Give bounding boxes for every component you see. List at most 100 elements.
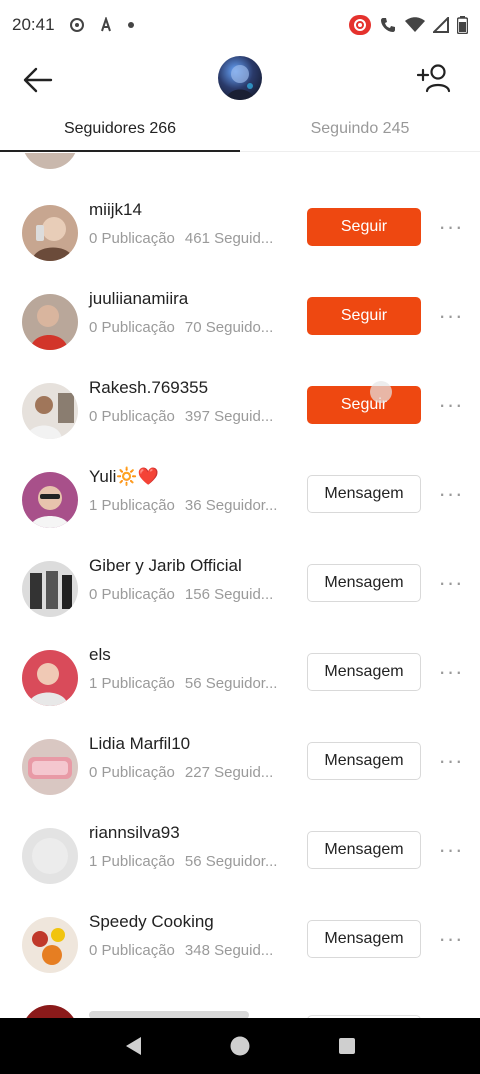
- avatar[interactable]: [22, 383, 78, 439]
- post-count: 0 Publicação: [89, 764, 175, 781]
- username[interactable]: Speedy Cooking: [89, 912, 214, 932]
- post-count: 0 Publicação: [89, 408, 175, 425]
- list-item[interactable]: Rakesh.769355 0 Publicação 397 Seguid... …: [0, 362, 480, 451]
- avatar[interactable]: [22, 1005, 78, 1018]
- username[interactable]: Giber y Jarib Official: [89, 556, 242, 576]
- follower-count: 156 Seguid...: [184, 586, 274, 603]
- user-stats: 0 Publicação 156 Seguid...: [89, 586, 289, 603]
- followers-list[interactable]: miijk14 0 Publicação 461 Seguid... Seguir…: [0, 153, 480, 1018]
- triangle-back-icon: [126, 1037, 142, 1055]
- username[interactable]: miijk14: [89, 200, 142, 220]
- avatar[interactable]: [22, 472, 78, 528]
- follower-count: 461 Seguid...: [184, 230, 274, 247]
- add-user-icon: [417, 64, 451, 93]
- nav-home-button[interactable]: [225, 1031, 255, 1061]
- more-options-icon[interactable]: ···: [438, 570, 464, 596]
- more-options-icon[interactable]: ···: [438, 214, 464, 240]
- app-bar: [0, 50, 480, 110]
- avatar[interactable]: [22, 294, 78, 350]
- user-stats: 0 Publicação 461 Seguid...: [89, 230, 289, 247]
- tab-bar: Seguidores 266 Seguindo 245: [0, 110, 480, 152]
- avatar[interactable]: [22, 917, 78, 973]
- username[interactable]: Yuli🔆❤️: [89, 467, 159, 487]
- list-item[interactable]: Lidia Marfil10 0 Publicação 227 Seguid...…: [0, 718, 480, 807]
- message-button[interactable]: Mensagem: [307, 742, 421, 780]
- post-count: 1 Publicação: [89, 853, 175, 870]
- post-count: 0 Publicação: [89, 586, 175, 603]
- back-button[interactable]: [18, 60, 58, 100]
- list-item[interactable]: riannsilva93 1 Publicação 56 Seguidor... …: [0, 807, 480, 896]
- post-count: 0 Publicação: [89, 319, 175, 336]
- post-count: 0 Publicação: [89, 942, 175, 959]
- add-user-button[interactable]: [414, 58, 454, 98]
- username[interactable]: juuliianamiira: [89, 289, 188, 309]
- dot-icon: [127, 21, 135, 29]
- username-placeholder: [89, 1011, 249, 1018]
- post-count: 0 Publicação: [89, 230, 175, 247]
- avatar[interactable]: [22, 650, 78, 706]
- follower-count: 56 Seguidor...: [184, 675, 278, 692]
- list-item[interactable]: juuliianamiira 0 Publicação 70 Seguido...…: [0, 273, 480, 362]
- message-button[interactable]: Mensagem: [307, 831, 421, 869]
- circle-home-icon: [230, 1036, 250, 1056]
- more-options-icon[interactable]: ···: [438, 659, 464, 685]
- avatar[interactable]: [22, 561, 78, 617]
- profile-avatar[interactable]: [218, 56, 262, 100]
- follower-count: 36 Seguidor...: [184, 497, 278, 514]
- user-stats: 1 Publicação 56 Seguidor...: [89, 675, 289, 692]
- battery-icon: [457, 16, 468, 34]
- status-time: 20:41: [12, 15, 55, 34]
- list-item[interactable]: Yuli🔆❤️ 1 Publicação 36 Seguidor... Mensa…: [0, 451, 480, 540]
- message-button[interactable]: Mensagem: [307, 920, 421, 958]
- username[interactable]: Lidia Marfil10: [89, 734, 190, 754]
- more-options-icon[interactable]: ···: [438, 481, 464, 507]
- more-options-icon[interactable]: ···: [438, 303, 464, 329]
- follower-count: 70 Seguido...: [184, 319, 274, 336]
- message-button[interactable]: Mensagem: [307, 653, 421, 691]
- avatar[interactable]: [22, 828, 78, 884]
- post-count: 1 Publicação: [89, 497, 175, 514]
- signal-icon: [433, 17, 449, 33]
- nav-recents-button[interactable]: [332, 1031, 362, 1061]
- avatar[interactable]: [22, 739, 78, 795]
- record-icon: [349, 15, 371, 35]
- follow-button[interactable]: Seguir: [307, 386, 421, 424]
- user-stats: 0 Publicação 397 Seguid...: [89, 408, 289, 425]
- user-stats: 0 Publicação 70 Seguido...: [89, 319, 289, 336]
- avatar[interactable]: [22, 205, 78, 261]
- list-item[interactable]: Speedy Cooking 0 Publicação 348 Seguid...…: [0, 896, 480, 985]
- tab-following[interactable]: Seguindo 245: [240, 110, 480, 151]
- more-options-icon[interactable]: ···: [438, 837, 464, 863]
- avatar[interactable]: [22, 153, 78, 169]
- more-options-icon[interactable]: ···: [438, 392, 464, 418]
- follower-count: 227 Seguid...: [184, 764, 274, 781]
- more-options-icon[interactable]: ···: [438, 748, 464, 774]
- list-item[interactable]: miijk14 0 Publicação 461 Seguid... Seguir…: [0, 184, 480, 273]
- follow-button[interactable]: Seguir: [307, 208, 421, 246]
- circle-icon: [69, 17, 85, 33]
- more-options-icon[interactable]: ···: [438, 926, 464, 952]
- touch-indicator: [370, 381, 392, 403]
- tab-followers[interactable]: Seguidores 266: [0, 110, 240, 152]
- call-icon: [379, 16, 397, 34]
- username[interactable]: els: [89, 645, 111, 665]
- username[interactable]: Rakesh.769355: [89, 378, 208, 398]
- follow-button[interactable]: Seguir: [307, 297, 421, 335]
- user-stats: 1 Publicação 36 Seguidor...: [89, 497, 289, 514]
- wifi-icon: [405, 17, 425, 33]
- list-item[interactable]: Giber y Jarib Official 0 Publicação 156 S…: [0, 540, 480, 629]
- follower-count: 397 Seguid...: [184, 408, 274, 425]
- user-stats: 0 Publicação 227 Seguid...: [89, 764, 289, 781]
- user-stats: 1 Publicação 56 Seguidor...: [89, 853, 289, 870]
- arrow-left-icon: [23, 67, 53, 93]
- list-item[interactable]: els 1 Publicação 56 Seguidor... Mensagem …: [0, 629, 480, 718]
- follower-count: 348 Seguid...: [184, 942, 274, 959]
- user-stats: 0 Publicação 348 Seguid...: [89, 942, 289, 959]
- a-icon: [99, 17, 113, 33]
- follower-count: 56 Seguidor...: [184, 853, 278, 870]
- message-button[interactable]: Mensagem: [307, 564, 421, 602]
- username[interactable]: riannsilva93: [89, 823, 180, 843]
- nav-back-button[interactable]: [118, 1031, 148, 1061]
- message-button[interactable]: Mensagem: [307, 475, 421, 513]
- status-bar: 20:41: [0, 0, 480, 50]
